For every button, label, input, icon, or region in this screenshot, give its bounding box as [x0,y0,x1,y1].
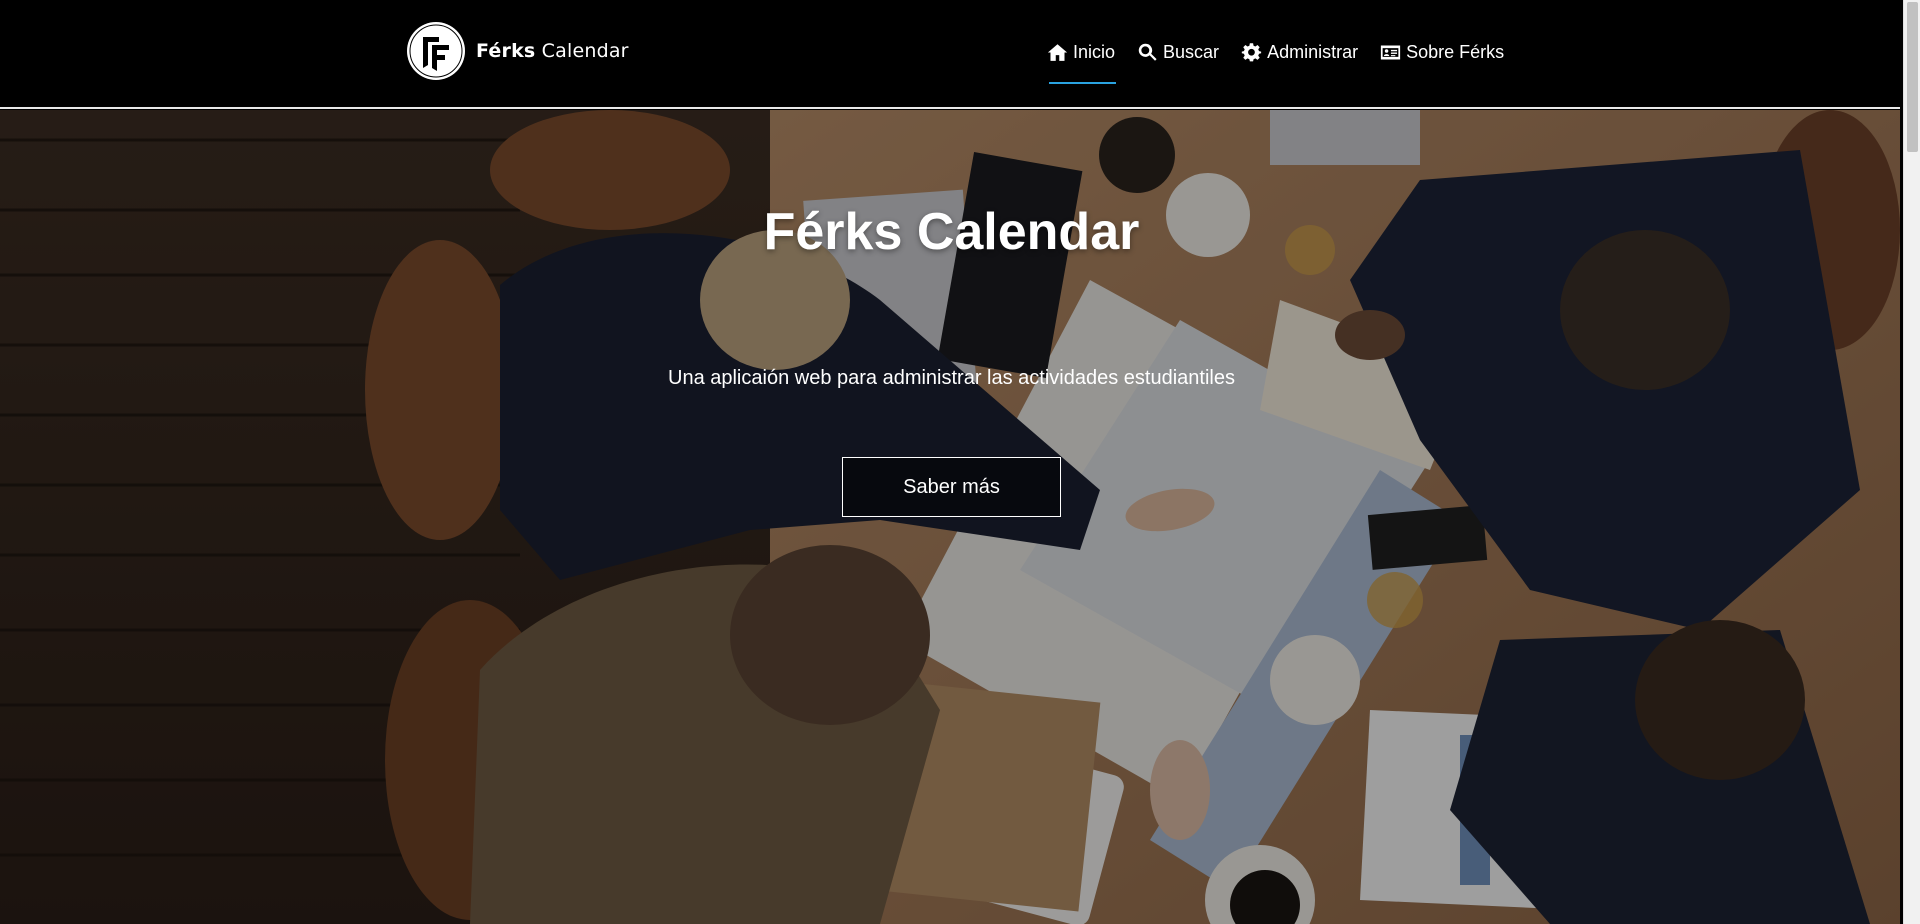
saber-mas-button[interactable]: Saber más [842,457,1061,517]
hero-title: Férks Calendar [763,203,1140,261]
brand-name: Férks Calendar [476,40,629,62]
nav-label-sobre-ferks: Sobre Férks [1406,41,1505,62]
nav-item-buscar[interactable]: Buscar [1137,38,1219,66]
hero-section: Férks Calendar Una aplicaión web para ad… [0,110,1900,924]
search-icon [1138,43,1157,61]
ferks-logo-icon [407,22,465,80]
nav-item-inicio[interactable]: Inicio [1047,38,1117,84]
brand-link[interactable]: Férks Calendar [406,20,629,82]
hero-subtitle: Una aplicaión web para administrar las a… [668,367,1235,389]
page-scrollbar[interactable] [1903,0,1920,924]
nav-item-sobre-ferks[interactable]: Sobre Férks [1380,38,1504,66]
id-card-icon [1380,45,1401,59]
scrollbar-thumb[interactable] [1907,2,1918,152]
home-icon [1047,43,1068,61]
nav-label-buscar: Buscar [1163,41,1220,62]
nav-item-administrar[interactable]: Administrar [1241,38,1358,66]
gear-icon [1241,42,1262,61]
top-navbar: Férks Calendar Inicio Buscar Administrar… [0,0,1900,109]
main-nav: Inicio Buscar Administrar Sobre Férks [1047,38,1504,84]
nav-label-administrar: Administrar [1267,41,1359,62]
nav-label-inicio: Inicio [1073,41,1116,62]
